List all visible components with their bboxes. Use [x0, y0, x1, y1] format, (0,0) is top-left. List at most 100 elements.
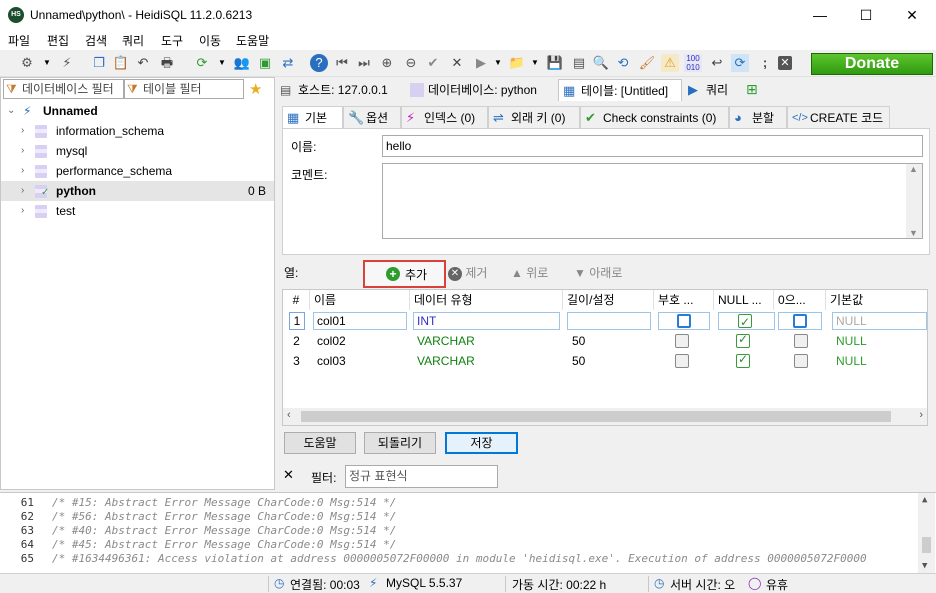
- new-query-tab-icon[interactable]: ⊞: [746, 81, 758, 98]
- undo-icon[interactable]: ↶: [134, 54, 152, 72]
- copy-icon[interactable]: ❐: [90, 54, 108, 72]
- database-filter-input[interactable]: ⧩ 데이터베이스 필터: [3, 79, 124, 99]
- chevron-down-icon[interactable]: ▼: [922, 561, 927, 571]
- find-icon[interactable]: 🔍: [592, 54, 610, 72]
- allow-null-cell[interactable]: [718, 312, 775, 330]
- sync-icon[interactable]: ⟳: [731, 54, 749, 72]
- col-header-zerofill[interactable]: 0으...: [774, 290, 826, 310]
- col-header-unsigned[interactable]: 부호 ...: [654, 290, 714, 310]
- close-tab-icon[interactable]: ✕: [778, 56, 792, 70]
- filter-input[interactable]: 정규 표현식: [345, 465, 498, 488]
- tree-item-test[interactable]: › test: [1, 201, 274, 221]
- clear-icon[interactable]: 🖌: [638, 54, 656, 72]
- unsigned-checkbox[interactable]: [675, 334, 689, 348]
- chevron-down-icon[interactable]: ▼: [526, 54, 544, 72]
- column-length-cell[interactable]: [567, 312, 651, 330]
- column-type-cell[interactable]: VARCHAR: [417, 331, 557, 351]
- default-cell[interactable]: NULL: [832, 312, 927, 330]
- donate-button[interactable]: Donate: [811, 53, 933, 75]
- user-manager-icon[interactable]: 👥: [233, 54, 251, 72]
- post-record-icon[interactable]: ✔: [424, 54, 442, 72]
- allow-null-checkbox[interactable]: [738, 313, 752, 329]
- col-header-datatype[interactable]: 데이터 유형: [410, 290, 563, 310]
- tab-check-constraints[interactable]: ✔ Check constraints (0): [580, 106, 729, 128]
- zerofill-checkbox[interactable]: [794, 354, 808, 368]
- default-cell[interactable]: NULL: [836, 331, 926, 351]
- semicolon-icon[interactable]: ;: [756, 54, 774, 72]
- tab-query[interactable]: ▶ 쿼리: [684, 79, 738, 101]
- col-header-default[interactable]: 기본값: [826, 290, 927, 310]
- menu-query[interactable]: 쿼리: [122, 32, 144, 49]
- col-header-name[interactable]: 이름: [310, 290, 410, 310]
- unsigned-cell[interactable]: [658, 312, 710, 330]
- transfer-icon[interactable]: ⇄: [279, 54, 297, 72]
- tab-basic[interactable]: ▦ 기본: [282, 106, 343, 128]
- tab-create-code[interactable]: </> CREATE 코드: [787, 106, 890, 128]
- column-name-cell[interactable]: col03: [317, 351, 407, 371]
- tab-host[interactable]: ▤ 호스트: 127.0.0.1: [276, 79, 404, 101]
- delete-record-icon[interactable]: ⊖: [402, 54, 420, 72]
- menu-goto[interactable]: 이동: [199, 32, 221, 49]
- menu-help[interactable]: 도움말: [236, 32, 269, 49]
- column-type-cell[interactable]: INT: [413, 312, 560, 330]
- last-record-icon[interactable]: ⏭: [355, 54, 373, 72]
- warning-icon[interactable]: ⚠: [661, 54, 679, 72]
- col-header-num[interactable]: #: [283, 290, 310, 310]
- allow-null-checkbox[interactable]: [736, 332, 750, 348]
- add-column-button[interactable]: + 추가: [363, 260, 446, 288]
- export-icon[interactable]: ▣: [256, 54, 274, 72]
- tree-item-information-schema[interactable]: › information_schema: [1, 121, 274, 141]
- chevron-left-icon[interactable]: ‹: [287, 409, 291, 421]
- zerofill-checkbox[interactable]: [793, 314, 807, 328]
- col-header-length[interactable]: 길이/설정: [563, 290, 654, 310]
- unsigned-checkbox[interactable]: [677, 314, 691, 328]
- move-up-button[interactable]: ▲ 위로: [511, 262, 548, 286]
- minimize-button[interactable]: —: [797, 0, 843, 30]
- zerofill-checkbox[interactable]: [794, 334, 808, 348]
- column-type-cell[interactable]: VARCHAR: [417, 351, 557, 371]
- column-length-cell[interactable]: 50: [572, 331, 652, 351]
- chevron-right-icon[interactable]: ›: [919, 409, 923, 421]
- scrollbar-thumb[interactable]: [301, 411, 891, 422]
- chevron-down-icon[interactable]: ▼: [38, 54, 56, 72]
- comment-scrollbar[interactable]: ▲ ▼: [906, 164, 922, 238]
- insert-record-icon[interactable]: ⊕: [378, 54, 396, 72]
- column-name-cell[interactable]: col02: [317, 331, 407, 351]
- tab-options[interactable]: 🔧 옵션: [343, 106, 401, 128]
- allow-null-checkbox[interactable]: [736, 352, 750, 368]
- help-button[interactable]: 도움말: [284, 432, 356, 454]
- unsigned-checkbox[interactable]: [675, 354, 689, 368]
- connect-icon[interactable]: ⚙: [18, 54, 36, 72]
- tab-table[interactable]: ▦ 테이블: [Untitled]: [558, 79, 682, 101]
- tab-foreign-keys[interactable]: ⇌ 외래 키 (0): [488, 106, 580, 128]
- menu-tools[interactable]: 도구: [161, 32, 183, 49]
- tab-partitions[interactable]: ◕ 분할: [729, 106, 787, 128]
- chevron-down-icon[interactable]: ▼: [489, 54, 507, 72]
- table-name-input[interactable]: hello: [382, 135, 923, 157]
- print-icon[interactable]: 🖶: [158, 54, 176, 72]
- binary-icon[interactable]: 100 010: [684, 54, 702, 72]
- cancel-record-icon[interactable]: ✕: [448, 54, 466, 72]
- close-button[interactable]: ✕: [889, 0, 935, 30]
- move-down-button[interactable]: ▼ 아래로: [574, 262, 622, 286]
- default-cell[interactable]: NULL: [836, 351, 926, 371]
- save-file-icon[interactable]: 💾: [546, 54, 564, 72]
- help-icon[interactable]: ?: [310, 54, 328, 72]
- tree-item-unnamed[interactable]: ⌄ ⚡ Unnamed: [1, 101, 274, 121]
- tree-item-python[interactable]: › ✓ python 0 B: [1, 181, 274, 201]
- save-button[interactable]: 저장: [445, 432, 518, 454]
- menu-edit[interactable]: 편집: [47, 32, 69, 49]
- star-icon[interactable]: ★: [249, 80, 262, 98]
- table-filter-input[interactable]: ⧩ 테이블 필터: [124, 79, 244, 99]
- chevron-down-icon[interactable]: ▼: [213, 54, 231, 72]
- tree-item-performance-schema[interactable]: › performance_schema: [1, 161, 274, 181]
- disconnect-icon[interactable]: ⚡: [58, 54, 76, 72]
- grid-horizontal-scrollbar[interactable]: ‹ ›: [283, 408, 927, 425]
- run-query-icon[interactable]: ▶: [472, 54, 490, 72]
- tab-indexes[interactable]: ⚡ 인덱스 (0): [401, 106, 488, 128]
- first-record-icon[interactable]: ⏮: [333, 54, 351, 72]
- menu-file[interactable]: 파일: [8, 32, 30, 49]
- remove-column-button[interactable]: ✕ 제거: [448, 262, 487, 286]
- replace-icon[interactable]: ⟲: [614, 54, 632, 72]
- maximize-button[interactable]: ☐: [843, 0, 889, 30]
